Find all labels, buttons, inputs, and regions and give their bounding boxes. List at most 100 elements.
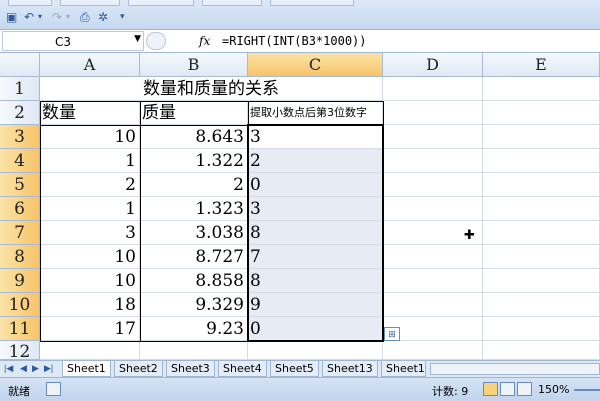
cell[interactable] — [383, 197, 483, 221]
cell-mass[interactable]: 9.23 — [140, 317, 248, 341]
sheet-tab-2[interactable]: Sheet2 — [114, 361, 163, 377]
page-layout-view-icon[interactable] — [500, 382, 515, 396]
row-header-11[interactable]: 11 — [0, 317, 40, 341]
header-cell-mass[interactable]: 质量 — [140, 101, 248, 125]
cell-third-digit[interactable]: 8 — [248, 221, 383, 245]
column-header-e[interactable]: E — [483, 53, 600, 77]
save-icon[interactable]: ▣ — [6, 11, 17, 23]
formula-expand-button[interactable] — [146, 32, 166, 50]
cell-third-digit[interactable]: 0 — [248, 173, 383, 197]
redo-dropdown-icon[interactable]: ▾ — [66, 11, 70, 23]
cell[interactable] — [483, 221, 600, 245]
cell[interactable] — [483, 317, 600, 341]
cell-quantity[interactable]: 2 — [40, 173, 140, 197]
cell-mass[interactable]: 8.643 — [140, 125, 248, 149]
insert-function-button[interactable]: fx — [199, 34, 210, 48]
cell[interactable] — [483, 341, 600, 360]
settings-icon[interactable]: ✲ — [98, 11, 108, 23]
zoom-slider[interactable] — [574, 389, 600, 391]
cell[interactable] — [383, 101, 483, 125]
prev-sheet-icon[interactable]: ◀ — [20, 363, 27, 374]
cell[interactable] — [383, 293, 483, 317]
row-header-3[interactable]: 3 — [0, 125, 40, 149]
cell[interactable] — [248, 341, 383, 360]
name-box[interactable]: C3 ▼ — [2, 31, 144, 51]
row-header-6[interactable]: 6 — [0, 197, 40, 221]
cell[interactable] — [483, 173, 600, 197]
next-sheet-icon[interactable]: ▶ — [32, 363, 39, 374]
cell[interactable] — [483, 293, 600, 317]
cell-mass[interactable]: 1.323 — [140, 197, 248, 221]
cell[interactable] — [483, 197, 600, 221]
cell-third-digit[interactable]: 2 — [248, 149, 383, 173]
normal-view-icon[interactable] — [483, 382, 498, 396]
sheet-tab-3[interactable]: Sheet3 — [166, 361, 215, 377]
row-header-4[interactable]: 4 — [0, 149, 40, 173]
row-header-7[interactable]: 7 — [0, 221, 40, 245]
formula-input[interactable]: =RIGHT(INT(B3*1000)) — [222, 34, 367, 48]
cell[interactable] — [483, 101, 600, 125]
cell-mass[interactable]: 8.858 — [140, 269, 248, 293]
cell[interactable] — [483, 269, 600, 293]
column-header-a[interactable]: A — [40, 53, 140, 77]
cell-third-digit[interactable]: 9 — [248, 293, 383, 317]
first-sheet-icon[interactable]: |◀ — [4, 363, 13, 374]
print-preview-icon[interactable]: ⎙ — [80, 11, 90, 23]
cell-mass[interactable]: 2 — [140, 173, 248, 197]
row-header-10[interactable]: 10 — [0, 293, 40, 317]
macro-record-icon[interactable] — [46, 382, 61, 396]
header-cell-quantity[interactable]: 数量 — [40, 101, 140, 125]
undo-icon[interactable]: ↶ — [24, 11, 34, 23]
sheet-tab-13[interactable]: Sheet13 — [322, 361, 378, 377]
cell[interactable] — [40, 341, 140, 360]
sheet-tab-4[interactable]: Sheet4 — [218, 361, 267, 377]
column-header-c[interactable]: C — [248, 53, 383, 77]
cell-mass[interactable]: 9.329 — [140, 293, 248, 317]
auto-fill-options-button[interactable]: ⊞ — [384, 327, 400, 341]
cell[interactable] — [383, 269, 483, 293]
cell-quantity[interactable]: 10 — [40, 269, 140, 293]
cell[interactable] — [383, 245, 483, 269]
cell-mass[interactable]: 8.727 — [140, 245, 248, 269]
cell-third-digit[interactable]: 8 — [248, 269, 383, 293]
chevron-down-icon[interactable]: ▼ — [134, 34, 141, 44]
horizontal-scrollbar[interactable] — [430, 363, 600, 375]
cell[interactable] — [383, 173, 483, 197]
cell-third-digit[interactable]: 7 — [248, 245, 383, 269]
row-header-9[interactable]: 9 — [0, 269, 40, 293]
customize-toolbar-icon[interactable]: ▾ — [120, 11, 125, 23]
undo-dropdown-icon[interactable]: ▾ — [38, 11, 42, 23]
row-header-12[interactable]: 12 — [0, 341, 40, 360]
cell[interactable] — [483, 77, 600, 101]
cell[interactable] — [383, 77, 483, 101]
cell[interactable] — [483, 125, 600, 149]
cell-third-digit[interactable]: 0 — [248, 317, 383, 341]
cell-third-digit[interactable]: 3 — [248, 125, 383, 149]
redo-icon[interactable]: ↷ — [52, 11, 62, 23]
cell[interactable] — [383, 341, 483, 360]
last-sheet-icon[interactable]: ▶| — [44, 363, 53, 374]
sheet-tab-overflow[interactable]: Sheet1 — [381, 361, 426, 377]
cell-quantity[interactable]: 18 — [40, 293, 140, 317]
cell-quantity[interactable]: 1 — [40, 149, 140, 173]
row-header-2[interactable]: 2 — [0, 101, 40, 125]
cell-third-digit[interactable]: 3 — [248, 197, 383, 221]
select-all-corner[interactable] — [0, 53, 40, 77]
cell[interactable] — [383, 125, 483, 149]
cell[interactable] — [383, 149, 483, 173]
row-header-5[interactable]: 5 — [0, 173, 40, 197]
cell-quantity[interactable]: 10 — [40, 245, 140, 269]
cell-quantity[interactable]: 3 — [40, 221, 140, 245]
cell-quantity[interactable]: 17 — [40, 317, 140, 341]
sheet-title-cell[interactable]: 数量和质量的关系 — [40, 77, 383, 101]
header-cell-third-digit[interactable]: 提取小数点后第3位数字 — [248, 101, 383, 125]
zoom-level[interactable]: 150% — [538, 383, 569, 396]
cell[interactable] — [483, 245, 600, 269]
column-header-d[interactable]: D — [383, 53, 483, 77]
cell[interactable] — [483, 149, 600, 173]
sheet-tab-1[interactable]: Sheet1 — [62, 361, 111, 377]
column-header-b[interactable]: B — [140, 53, 248, 77]
cell[interactable] — [140, 341, 248, 360]
page-break-view-icon[interactable] — [517, 382, 532, 396]
cell-quantity[interactable]: 10 — [40, 125, 140, 149]
